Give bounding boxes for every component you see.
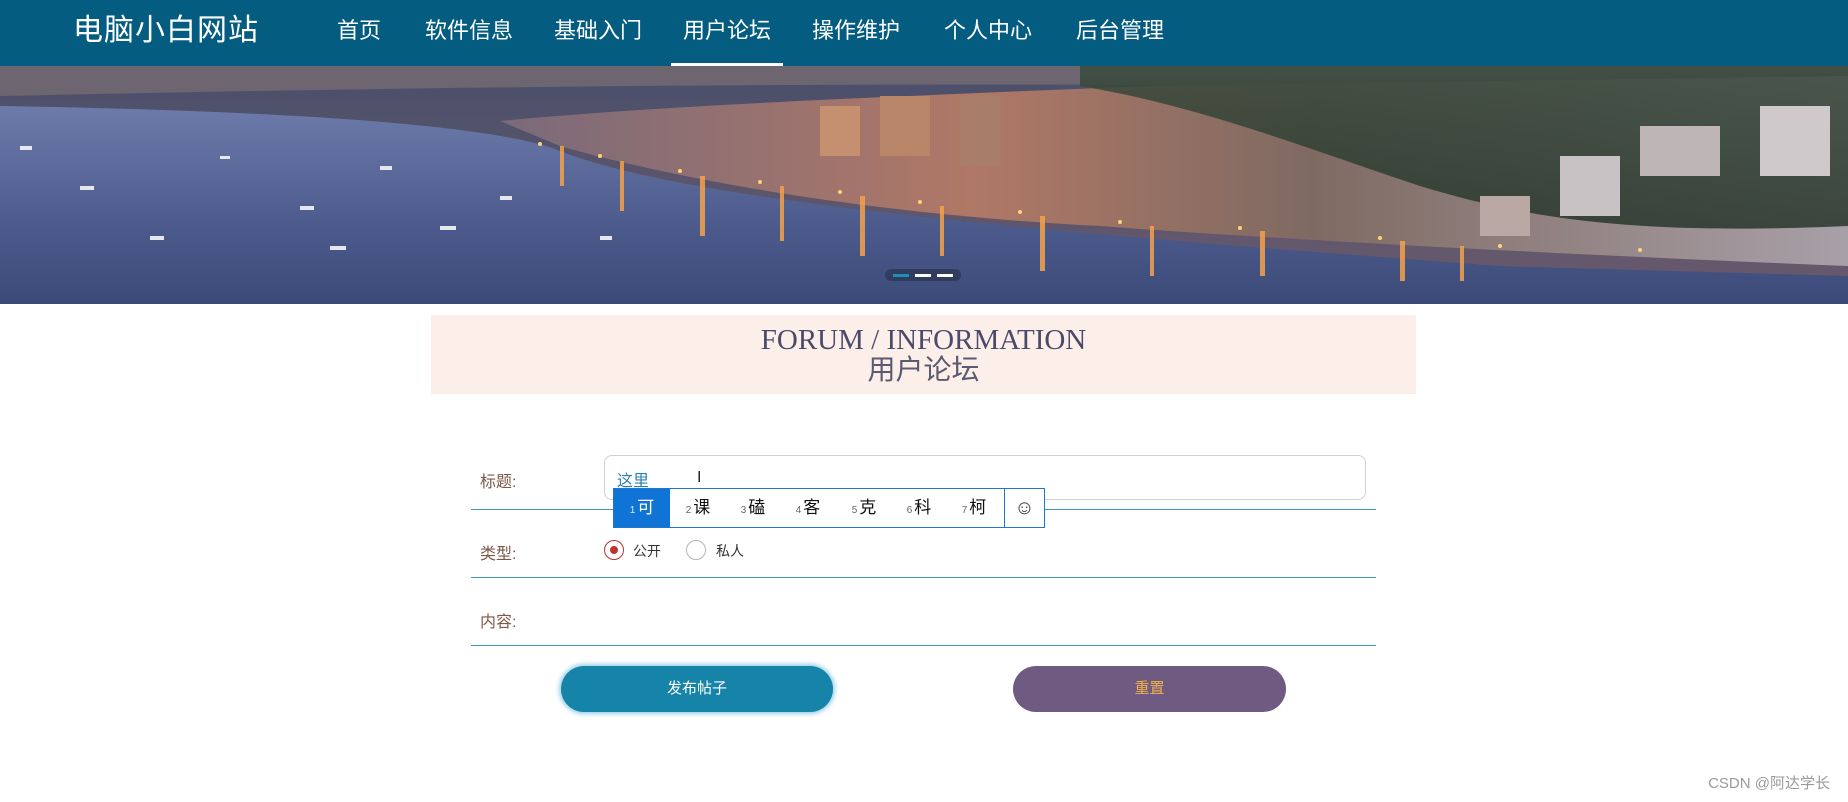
publish-post-button[interactable]: 发布帖子 bbox=[561, 666, 833, 712]
reset-button[interactable]: 重置 bbox=[1013, 666, 1286, 712]
nav-item-maintenance[interactable]: 操作维护 bbox=[810, 14, 902, 66]
carousel-dot-2[interactable] bbox=[915, 274, 931, 277]
carousel-dot-1[interactable] bbox=[893, 274, 909, 277]
radio-private-label[interactable]: 私人 bbox=[716, 541, 744, 561]
ime-candidate-2[interactable]: 2课 bbox=[670, 489, 726, 527]
nav-item-forum[interactable]: 用户论坛 bbox=[671, 14, 783, 66]
nav-item-software-info[interactable]: 软件信息 bbox=[423, 14, 515, 66]
radio-private[interactable] bbox=[686, 540, 706, 560]
ime-candidate-1[interactable]: 1可 bbox=[614, 489, 670, 527]
smiley-icon[interactable]: ☺ bbox=[1004, 489, 1044, 527]
section-title-block: FORUM / INFORMATION 用户论坛 bbox=[431, 315, 1416, 394]
radio-public-label[interactable]: 公开 bbox=[633, 541, 661, 561]
section-title-english: FORUM / INFORMATION bbox=[760, 324, 1087, 356]
carousel-indicators bbox=[885, 269, 961, 281]
ime-candidate-4[interactable]: 4客 bbox=[780, 489, 836, 527]
row-divider bbox=[471, 577, 1376, 578]
ime-candidate-5[interactable]: 5克 bbox=[836, 489, 892, 527]
text-cursor-icon: I bbox=[697, 469, 702, 486]
ime-candidate-3[interactable]: 3磕 bbox=[725, 489, 781, 527]
ime-candidate-6[interactable]: 6科 bbox=[891, 489, 947, 527]
radio-public[interactable] bbox=[604, 540, 624, 560]
nav-item-personal-center[interactable]: 个人中心 bbox=[942, 14, 1034, 66]
nav-item-basics[interactable]: 基础入门 bbox=[552, 14, 644, 66]
watermark: CSDN @阿达学长 bbox=[1708, 775, 1830, 792]
top-navigation-bar: 电脑小白网站 首页 软件信息 基础入门 用户论坛 操作维护 个人中心 后台管理 bbox=[0, 0, 1848, 66]
title-label: 标题: bbox=[480, 474, 517, 491]
carousel-dot-3[interactable] bbox=[937, 274, 953, 277]
ime-candidate-bar: 1可 2课 3磕 4客 5克 6科 7柯 ☺ bbox=[613, 488, 1045, 528]
ime-candidate-7[interactable]: 7柯 bbox=[946, 489, 1002, 527]
row-divider bbox=[471, 645, 1376, 646]
nav-item-admin[interactable]: 后台管理 bbox=[1074, 14, 1166, 66]
type-label: 类型: bbox=[480, 546, 517, 563]
content-label: 内容: bbox=[480, 614, 517, 631]
nav-item-home[interactable]: 首页 bbox=[335, 14, 383, 66]
site-logo-text[interactable]: 电脑小白网站 bbox=[73, 12, 259, 50]
section-title-chinese: 用户论坛 bbox=[867, 355, 980, 386]
